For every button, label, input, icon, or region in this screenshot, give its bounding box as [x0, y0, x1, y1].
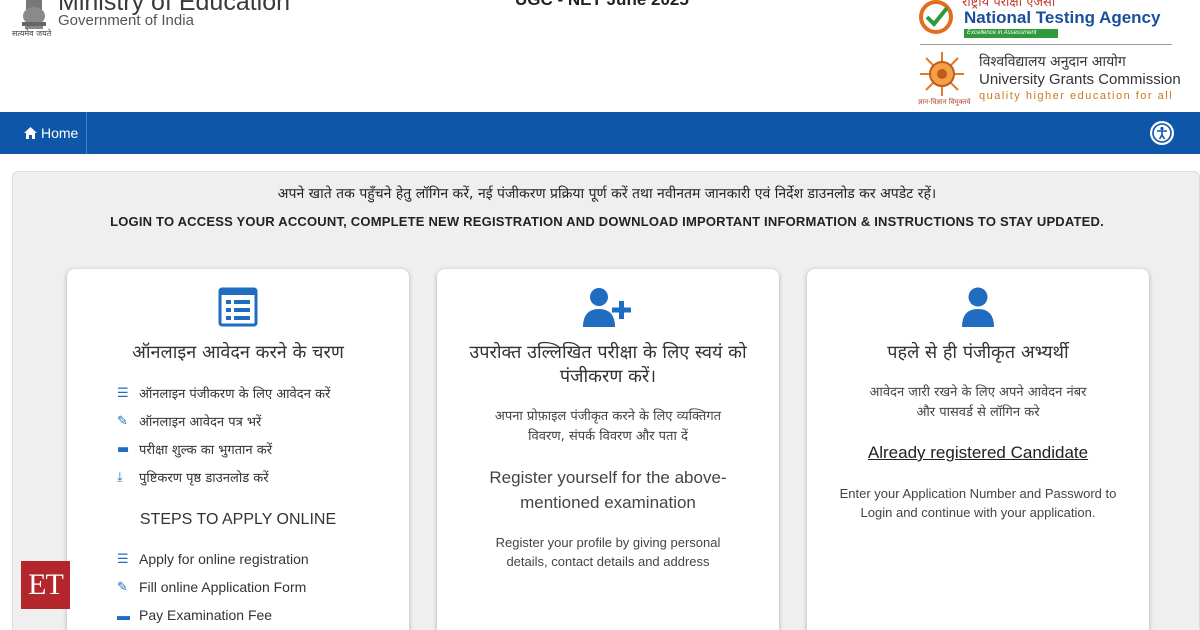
intro-hindi: अपने खाते तक पहुँचने हेतु लॉगिन करें, नई… [277, 186, 937, 202]
emblem-caption: सत्यमेव जयते [12, 29, 52, 38]
ministry-subtitle: Government of India [58, 12, 194, 29]
nta-name: National Testing Agency [964, 8, 1161, 27]
ugc-hindi-name: विश्वविद्यालय अनुदान आयोग [979, 54, 1126, 70]
home-icon [24, 127, 37, 139]
accessibility-icon [1152, 123, 1172, 143]
register-text-hindi: अपना प्रोफ़ाइल पंजीकृत करने के लिए व्यक्… [494, 409, 722, 444]
download-icon: ⤓ [117, 469, 123, 485]
et-watermark-logo: ET [21, 561, 70, 609]
login-text-english: Enter your Application Number and Passwo… [839, 486, 1117, 520]
main-navbar: Home [0, 112, 1200, 154]
main-panel: अपने खाते तक पहुँचने हेतु लॉगिन करें, नई… [12, 171, 1200, 630]
step-label: परीक्षा शुल्क का भुगतान करें [139, 443, 273, 458]
header-divider [920, 44, 1172, 45]
list-icon: ☰ [117, 551, 129, 566]
step-hindi-1: ☰ ऑनलाइन पंजीकरण के लिए आवेदन करें [117, 384, 331, 403]
login-text-hindi: आवेदन जारी रखने के लिए अपने आवेदन नंबर औ… [869, 385, 1087, 420]
login-title-hindi: पहले से ही पंजीकृत अभ्यर्थी [887, 342, 1069, 363]
site-header: सत्यमेव जयते Ministry of Education Gover… [0, 0, 1200, 112]
step-label: Fill online Application Form [139, 579, 307, 595]
exam-title: UGC - NET June 2025 [515, 0, 689, 10]
user-icon [962, 287, 994, 327]
application-form-icon [218, 287, 258, 327]
register-title-hindi: उपरोक्त उल्लिखित परीक्षा के लिए स्वयं को… [469, 342, 747, 387]
steps-heading-english: STEPS TO APPLY ONLINE [139, 511, 337, 528]
register-title-english[interactable]: Register yourself for the above-mentione… [437, 465, 779, 515]
steps-card: ऑनलाइन आवेदन करने के चरण ☰ ऑनलाइन पंजीकर… [67, 269, 409, 630]
step-label: ऑनलाइन पंजीकरण के लिए आवेदन करें [139, 387, 331, 402]
step-label: Apply for online registration [139, 551, 309, 567]
ugc-caption: ज्ञान-विज्ञान विमुक्तये [918, 98, 971, 106]
ugc-logo-icon [920, 52, 964, 96]
step-english-1: ☰ Apply for online registration [117, 551, 309, 567]
list-icon: ☰ [117, 385, 129, 401]
ugc-tagline: quality higher education for all [979, 90, 1174, 102]
register-card[interactable]: उपरोक्त उल्लिखित परीक्षा के लिए स्वयं को… [437, 269, 779, 630]
ugc-name: University Grants Commission [979, 71, 1181, 88]
nav-home-label: Home [41, 125, 79, 141]
steps-title-hindi: ऑनलाइन आवेदन करने के चरण [132, 342, 344, 363]
add-user-icon [583, 288, 631, 327]
nta-logo-icon [919, 0, 953, 34]
register-text-english: Register your profile by giving personal… [495, 535, 721, 569]
intro-english: LOGIN TO ACCESS YOUR ACCOUNT, COMPLETE N… [110, 214, 1104, 229]
credit-card-icon: ▬ [117, 607, 130, 623]
edit-icon: ✎ [117, 579, 128, 594]
credit-card-icon: ▬ [117, 441, 130, 457]
already-registered-link[interactable]: Already registered Candidate [807, 443, 1149, 463]
step-label: पुष्टिकरण पृष्ठ डाउनलोड करें [139, 471, 269, 486]
nav-home-link[interactable]: Home [0, 112, 87, 154]
step-hindi-4: ⤓ पुष्टिकरण पृष्ठ डाउनलोड करें [117, 468, 269, 487]
step-hindi-2: ✎ ऑनलाइन आवेदन पत्र भरें [117, 412, 262, 431]
edit-icon: ✎ [117, 413, 128, 429]
login-card: पहले से ही पंजीकृत अभ्यर्थी आवेदन जारी र… [807, 269, 1149, 630]
nta-tagline: Excellence in Assessment [964, 29, 1058, 38]
step-label: Pay Examination Fee [139, 607, 273, 623]
step-hindi-3: ▬ परीक्षा शुल्क का भुगतान करें [117, 440, 273, 459]
step-english-2: ✎ Fill online Application Form [117, 579, 306, 595]
step-english-3: ▬ Pay Examination Fee [117, 607, 272, 623]
step-label: ऑनलाइन आवेदन पत्र भरें [139, 415, 262, 430]
accessibility-button[interactable] [1150, 121, 1174, 145]
